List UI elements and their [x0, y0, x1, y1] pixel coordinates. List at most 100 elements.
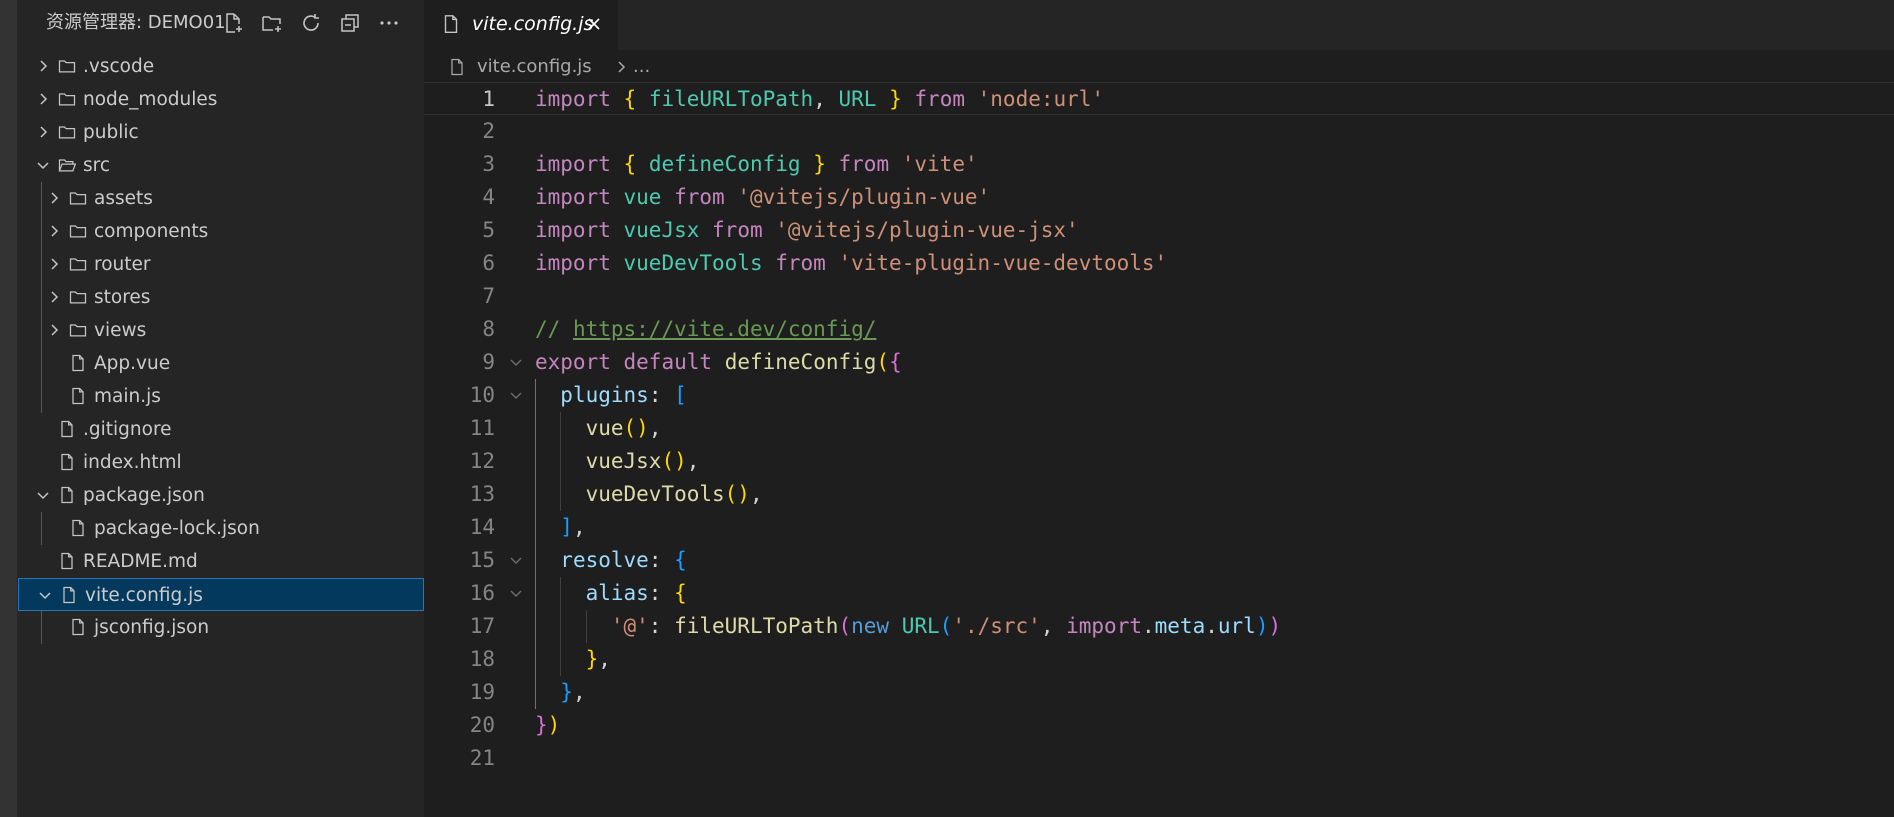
- refresh-icon[interactable]: [298, 10, 324, 36]
- fold-chevron-icon[interactable]: [508, 387, 524, 403]
- code-line[interactable]: 1 import { fileURLToPath, URL } from 'nod…: [424, 82, 1894, 115]
- tree-item-vscode[interactable]: .vscode: [17, 50, 424, 83]
- tree-item-gitignore[interactable]: .gitignore: [17, 413, 424, 446]
- code-line[interactable]: 15 resolve: {: [424, 544, 1894, 577]
- code-line[interactable]: 5 import vueJsx from '@vitejs/plugin-vue-…: [424, 214, 1894, 247]
- code-text: '@': fileURLToPath(new URL('./src', impo…: [535, 610, 1281, 643]
- file-icon: [67, 517, 89, 539]
- code-line[interactable]: 12 vueJsx(),: [424, 445, 1894, 478]
- code-line[interactable]: 20}): [424, 709, 1894, 742]
- new-folder-icon[interactable]: [259, 10, 285, 36]
- tree-item-package-lock-json[interactable]: package-lock.json: [17, 512, 424, 545]
- code-line[interactable]: 11 vue(),: [424, 412, 1894, 445]
- code-token: ,: [686, 449, 700, 473]
- chevron-right-icon[interactable]: [32, 121, 54, 143]
- code-line[interactable]: 10 plugins: [: [424, 379, 1894, 412]
- code-line[interactable]: 7: [424, 280, 1894, 313]
- tab-vite-config[interactable]: vite.config.js: [424, 0, 618, 50]
- chevron-right-icon[interactable]: [32, 55, 54, 77]
- code-token: {: [623, 152, 637, 176]
- tree-item-src[interactable]: src: [17, 149, 424, 182]
- code-token: import: [535, 251, 611, 275]
- chevron-down-icon[interactable]: [32, 484, 54, 506]
- code-line[interactable]: 13 vueDevTools(),: [424, 478, 1894, 511]
- code-line[interactable]: 4 import vue from '@vitejs/plugin-vue': [424, 181, 1894, 214]
- tree-item-router[interactable]: router: [17, 248, 424, 281]
- chevron-right-icon[interactable]: [43, 187, 65, 209]
- code-text: vueDevTools(),: [535, 478, 763, 511]
- code-text: ],: [535, 511, 585, 544]
- code-line[interactable]: 17 '@': fileURLToPath(new URL('./src', i…: [424, 610, 1894, 643]
- tree-item-jsconfig-json[interactable]: jsconfig.json: [17, 611, 424, 644]
- code-line[interactable]: 6 import vueDevTools from 'vite-plugin-vu…: [424, 247, 1894, 280]
- code-token: meta: [1154, 614, 1206, 638]
- code-token: {: [623, 87, 637, 111]
- tree-item-components[interactable]: components: [17, 215, 424, 248]
- chevron-down-icon[interactable]: [34, 584, 56, 606]
- code-line[interactable]: 18 },: [424, 643, 1894, 676]
- breadcrumb-more[interactable]: ...: [633, 54, 650, 80]
- fold-chevron-icon[interactable]: [508, 354, 524, 370]
- line-number: 4: [482, 185, 495, 209]
- code-token: fileURLToPath: [648, 87, 814, 111]
- tree-item-stores[interactable]: stores: [17, 281, 424, 314]
- new-file-icon[interactable]: [220, 10, 246, 36]
- chevron-right-icon[interactable]: [43, 319, 65, 341]
- code-token: .: [1205, 614, 1218, 638]
- chevron-right-icon[interactable]: [32, 88, 54, 110]
- fold-chevron-icon[interactable]: [508, 552, 524, 568]
- chevron-right-icon[interactable]: [43, 253, 65, 275]
- code-token: vueDevTools: [623, 251, 763, 275]
- code-token: .: [1141, 614, 1155, 638]
- tree-item-public[interactable]: public: [17, 116, 424, 149]
- code-line[interactable]: 3 import { defineConfig } from 'vite': [424, 148, 1894, 181]
- breadcrumb-file[interactable]: vite.config.js: [477, 54, 592, 80]
- code-token: vueJsx: [623, 218, 700, 242]
- tree-item-node-modules[interactable]: node_modules: [17, 83, 424, 116]
- chevron-right-icon[interactable]: [43, 286, 65, 308]
- code-text: export default defineConfig({: [535, 346, 902, 379]
- tree-item-vite-config-js[interactable]: vite.config.js: [18, 578, 424, 611]
- code-line[interactable]: 19 },: [424, 676, 1894, 709]
- more-actions-icon[interactable]: [376, 10, 402, 36]
- folder-icon: [67, 286, 89, 308]
- code-token: ,: [749, 482, 763, 506]
- code-text: alias: {: [535, 577, 687, 610]
- code-text: },: [535, 643, 611, 676]
- code-line[interactable]: 2: [424, 115, 1894, 148]
- tree-item-app-vue[interactable]: App.vue: [17, 347, 424, 380]
- fold-chevron-icon[interactable]: [508, 585, 524, 601]
- code-text: plugins: [: [535, 379, 686, 412]
- tree-item-assets[interactable]: assets: [17, 182, 424, 215]
- chevron-right-icon[interactable]: [43, 220, 65, 242]
- code-line[interactable]: 21: [424, 742, 1894, 775]
- chevron-down-icon[interactable]: [32, 154, 54, 176]
- code-line[interactable]: 8 // https://vite.dev/config/: [424, 313, 1894, 346]
- code-line[interactable]: 14 ],: [424, 511, 1894, 544]
- close-icon[interactable]: [582, 12, 606, 36]
- code-line[interactable]: 16 alias: {: [424, 577, 1894, 610]
- tree-item-readme-md[interactable]: README.md: [17, 545, 424, 578]
- code-line[interactable]: 9 export default defineConfig({: [424, 346, 1894, 379]
- tree-item-main-js[interactable]: main.js: [17, 380, 424, 413]
- collapse-all-icon[interactable]: [337, 10, 363, 36]
- tree-item-views[interactable]: views: [17, 314, 424, 347]
- tree-item-index-html[interactable]: index.html: [17, 446, 424, 479]
- tree-item-package-json[interactable]: package.json: [17, 479, 424, 512]
- tree-item-label: views: [94, 320, 147, 341]
- code-text: vue(),: [535, 412, 662, 445]
- code-token: https://vite.dev/config/: [572, 317, 877, 341]
- folder-icon: [56, 55, 78, 77]
